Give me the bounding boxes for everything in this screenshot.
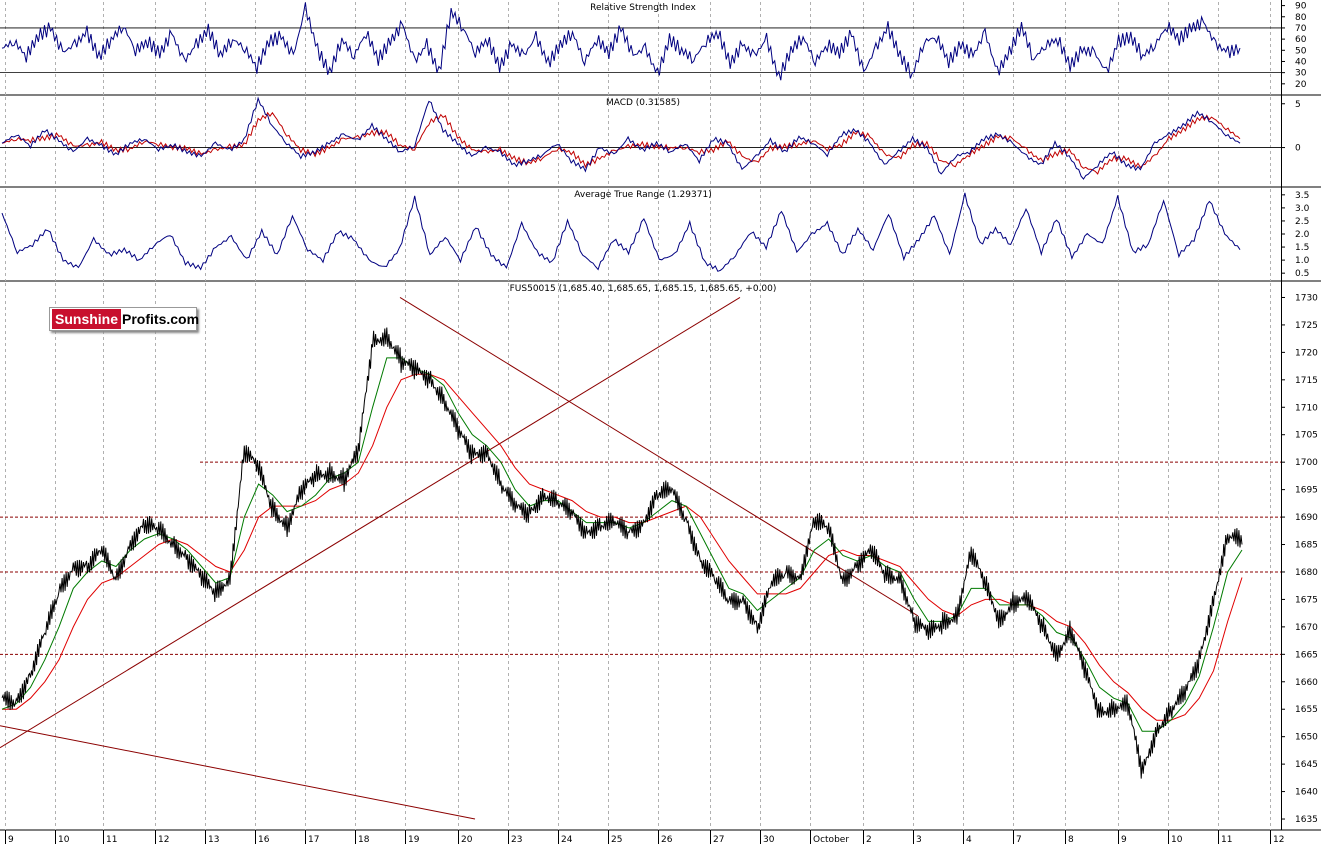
ma-slow-line [2,373,1243,721]
x-tick-label: 10 [58,835,70,844]
x-tick-label: 4 [966,835,972,844]
x-tick-label: 27 [713,835,724,844]
y-tick-label: 70 [1295,24,1307,34]
chart-canvas: Relative Strength Index 9080706050403020M… [0,0,1321,844]
y-tick-label: 3.0 [1295,204,1310,214]
y-tick-label: 2.0 [1295,230,1310,240]
y-tick-label: 20 [1295,80,1307,90]
y-tick-label: 1650 [1295,733,1318,743]
y-tick-label: 1660 [1295,678,1318,688]
y-tick-label: 1640 [1295,788,1318,798]
brand-part-2: Profits.com [122,311,200,327]
y-tick-label: 90 [1295,2,1307,12]
y-tick-label: 1690 [1295,513,1318,523]
x-tick-label: 12 [158,835,169,844]
x-tick-label: 20 [461,835,473,844]
x-tick-label: 11 [1221,835,1232,844]
y-tick-label: 1720 [1295,348,1318,358]
y-tick-label: 0 [1295,144,1301,154]
x-tick-label: 11 [106,835,117,844]
macd-line [1,96,1241,180]
y-tick-label: 0.5 [1295,269,1309,279]
y-tick-label: 1680 [1295,568,1318,578]
x-tick-label: 16 [258,835,270,844]
y-tick-label: 1715 [1295,376,1318,386]
y-tick-label: 1725 [1295,321,1318,331]
y-tick-label: 1710 [1295,403,1318,413]
x-tick-label: 3 [916,835,922,844]
y-tick-label: 1670 [1295,623,1318,633]
y-tick-label: 50 [1295,46,1307,56]
x-tick-label: 18 [358,835,370,844]
x-tick-label: October [813,835,849,844]
price-line [1,327,1243,779]
atr-title: Average True Range (1.29371) [574,190,711,200]
rsi-line [1,2,1241,81]
y-tick-label: 30 [1295,69,1307,79]
y-tick-label: 5 [1295,100,1301,110]
x-tick-label: 17 [308,835,319,844]
x-tick-label: 24 [561,835,573,844]
x-tick-label: 9 [8,835,14,844]
y-tick-label: 1685 [1295,541,1318,551]
y-tick-label: 1700 [1295,458,1318,468]
x-tick-label: 26 [661,835,673,844]
y-tick-label: 1675 [1295,595,1318,605]
brand-part-1: Sunshine [52,309,122,329]
y-tick-label: 1730 [1295,293,1318,303]
rsi-title: Relative Strength Index [590,3,696,13]
x-tick-label: 13 [208,835,219,844]
y-tick-label: 1655 [1295,705,1318,715]
y-tick-label: 80 [1295,13,1307,23]
x-tick-label: 23 [511,835,522,844]
macd-title: MACD (0.31585) [606,98,680,108]
x-tick-label: 8 [1068,835,1074,844]
y-tick-label: 1635 [1295,815,1318,825]
x-tick-label: 19 [408,835,420,844]
y-tick-label: 60 [1295,35,1307,45]
x-tick-label: 9 [1121,835,1127,844]
y-tick-label: 40 [1295,57,1307,67]
x-tick-label: 2 [866,835,872,844]
x-tick-label: 12 [1273,835,1284,844]
x-tick-label: 7 [1016,835,1022,844]
trendline [0,725,476,820]
y-tick-label: 1695 [1295,486,1318,496]
y-tick-label: 1645 [1295,760,1318,770]
y-tick-label: 1.5 [1295,243,1309,253]
atr-line [1,192,1241,272]
y-tick-label: 1705 [1295,431,1318,441]
y-tick-label: 3.5 [1295,191,1309,201]
x-tick-label: 25 [611,835,622,844]
y-tick-label: 1.0 [1295,256,1310,266]
x-tick-label: 30 [763,835,775,844]
y-tick-label: 1665 [1295,650,1318,660]
x-tick-label: 10 [1171,835,1183,844]
y-tick-label: 2.5 [1295,217,1309,227]
brand-logo: Sunshine Profits.com [49,307,200,331]
price-title: FUS50015 (1,685.40, 1,685.65, 1,685.15, … [510,284,777,294]
